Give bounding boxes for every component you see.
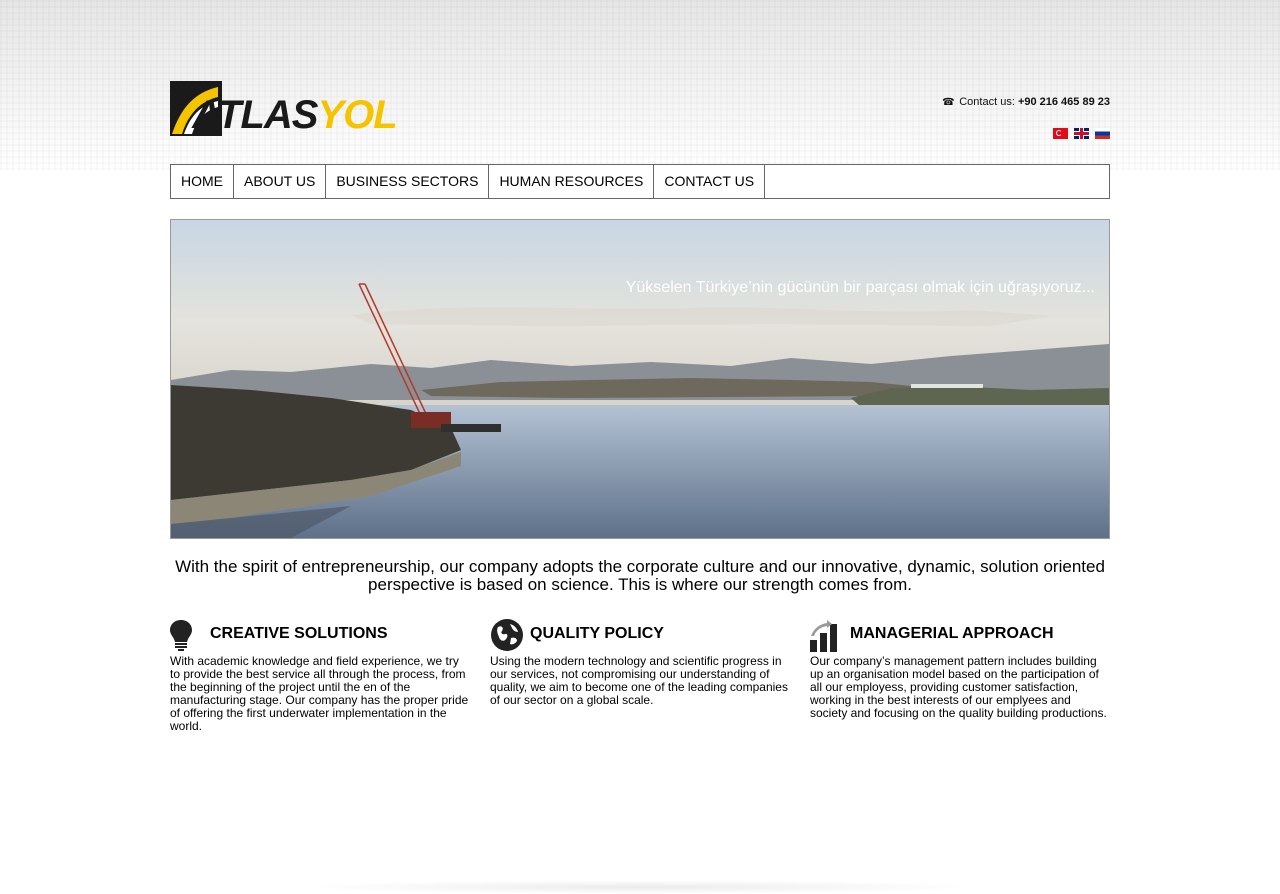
main-navigation: HOME ABOUT US BUSINESS SECTORS HUMAN RES…: [170, 164, 1110, 199]
logo-text-atlas: ATLAS: [192, 93, 318, 137]
flag-english-icon[interactable]: [1074, 128, 1089, 139]
feature-title: QUALITY POLICY: [530, 625, 664, 642]
nav-item-business-sectors[interactable]: BUSINESS SECTORS: [326, 165, 490, 198]
bar-chart-icon: [810, 620, 837, 652]
phone-icon: ☎: [942, 97, 955, 108]
hero-landscape-image: Yükselen Türkiye’nin gücünün bir parçası…: [171, 220, 1109, 538]
logo-text-yol: YOL: [317, 93, 397, 137]
feature-text: Our company’s management pattern include…: [810, 654, 1107, 720]
atlasyol-logo[interactable]: IATLASYOL: [170, 81, 442, 136]
nav-item-home[interactable]: HOME: [171, 165, 234, 198]
globe-icon: [491, 619, 523, 651]
flag-turkish-icon[interactable]: [1053, 128, 1068, 139]
language-switcher: [1053, 128, 1110, 139]
feature-title: MANAGERIAL APPROACH: [850, 625, 1054, 642]
hero-caption: Yükselen Türkiye’nin gücünün bir parçası…: [626, 279, 1095, 296]
contact-phone[interactable]: +90 216 465 89 23: [1018, 96, 1110, 108]
logo-wordmark: IATLASYOL: [182, 93, 398, 137]
lightbulb-icon: [170, 620, 192, 651]
flag-russian-icon[interactable]: [1095, 128, 1110, 139]
feature-text: Using the modern technology and scientif…: [490, 654, 788, 707]
feature-title: CREATIVE SOLUTIONS: [210, 625, 388, 642]
nav-item-about-us[interactable]: ABOUT US: [234, 165, 327, 198]
footer-shadow: [300, 880, 980, 894]
intro-text: With the spirit of entrepreneurship, our…: [175, 557, 1105, 594]
feature-text: With academic knowledge and field experi…: [170, 654, 469, 733]
contact-label: Contact us:: [959, 96, 1015, 108]
contact-info: ☎ Contact us: +90 216 465 89 23: [942, 96, 1110, 108]
hero-banner: Yükselen Türkiye’nin gücünün bir parçası…: [170, 219, 1110, 539]
nav-item-human-resources[interactable]: HUMAN RESOURCES: [489, 165, 655, 198]
nav-item-contact-us[interactable]: CONTACT US: [654, 165, 766, 198]
